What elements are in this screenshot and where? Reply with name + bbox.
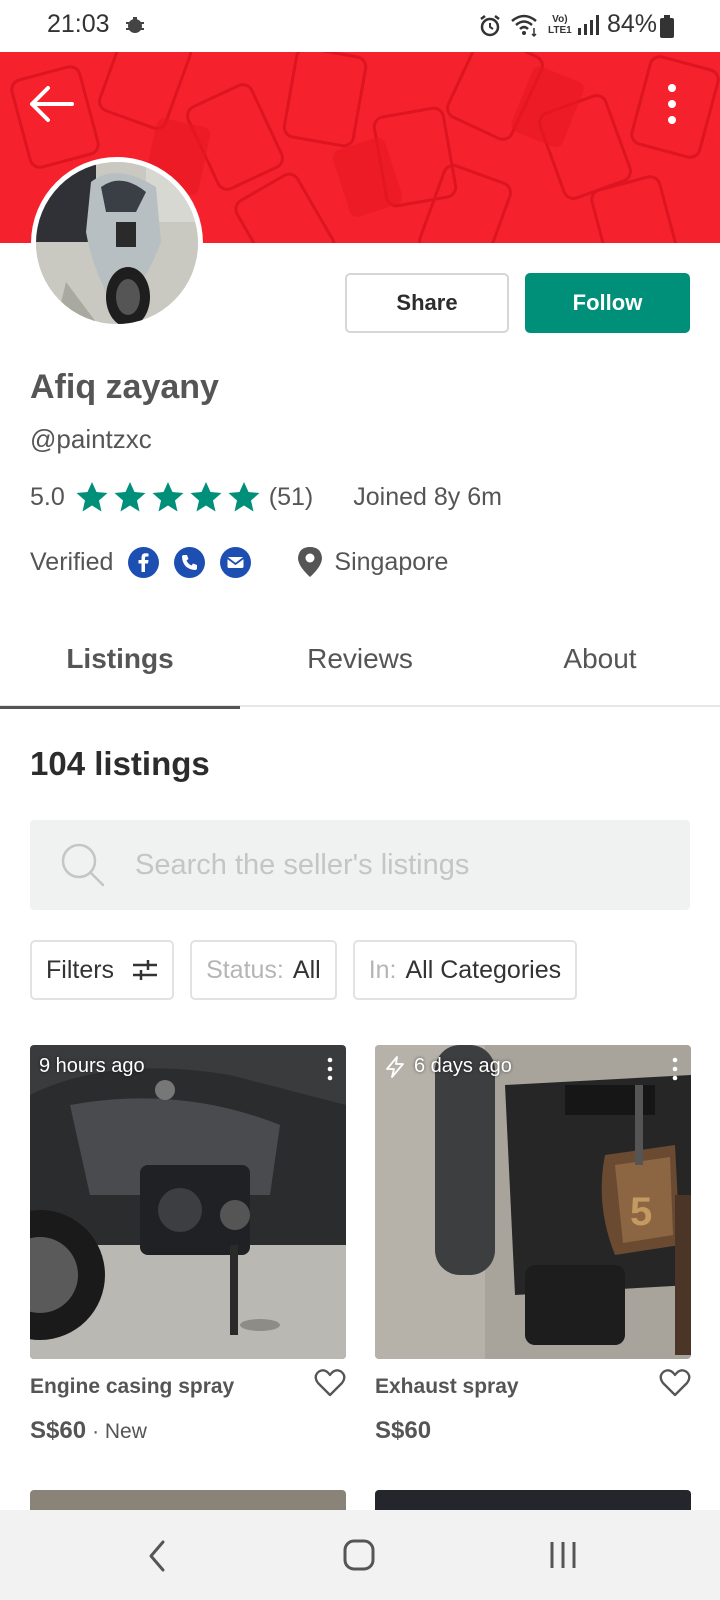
tab-reviews[interactable]: Reviews: [240, 610, 480, 707]
status-filter[interactable]: Status: All: [190, 940, 337, 1000]
facebook-icon: [128, 546, 160, 578]
nav-home-icon[interactable]: [342, 1538, 376, 1572]
star-icon: [114, 482, 146, 512]
listing-price-row: S$60: [375, 1417, 431, 1445]
engine-photo: [30, 1045, 346, 1359]
signal-icon: [578, 15, 599, 35]
listing-card-peek[interactable]: [375, 1490, 691, 1510]
wifi-icon: [511, 14, 537, 38]
listing-price: S$60: [30, 1417, 87, 1444]
battery-icon: [660, 15, 674, 38]
listing-card[interactable]: 5 6 days ago Exhaust spray S$60: [375, 1045, 691, 1444]
status-filter-prefix: Status:: [206, 955, 284, 984]
battery-percent: 84%: [607, 10, 658, 38]
search-input[interactable]: [135, 840, 665, 890]
star-icon: [228, 482, 260, 512]
listing-price-row: S$60 · New: [30, 1417, 147, 1445]
heart-icon[interactable]: [659, 1367, 691, 1399]
avatar-motorcycle-image: [36, 162, 198, 324]
back-arrow-icon[interactable]: [28, 82, 76, 126]
listing-title[interactable]: Exhaust spray: [375, 1375, 519, 1399]
profile-handle: @paintzxc: [30, 424, 152, 454]
listing-image[interactable]: 5 6 days ago: [375, 1045, 691, 1359]
category-filter-prefix: In:: [368, 955, 397, 984]
phone-icon: [174, 546, 206, 578]
listing-more-icon[interactable]: [671, 1057, 679, 1081]
listing-time: 9 hours ago: [39, 1055, 145, 1077]
location-pin-icon: [298, 547, 323, 577]
filters-button[interactable]: Filters: [30, 940, 175, 1000]
notification-bug-icon: [126, 17, 144, 33]
filters-label: Filters: [46, 955, 115, 984]
bump-bolt-icon: [386, 1055, 404, 1078]
category-filter-value: All Categories: [405, 955, 562, 984]
listing-more-icon[interactable]: [326, 1057, 334, 1081]
filter-row: Filters Status: All In: All Categories: [30, 940, 578, 1000]
listing-image[interactable]: 9 hours ago: [30, 1045, 346, 1359]
star-icon: [152, 482, 184, 512]
search-icon: [61, 843, 105, 887]
status-bar: 21:03 Vo) LTE1 84%: [0, 0, 720, 52]
system-nav-bar: [0, 1510, 720, 1600]
rating-value: 5.0: [30, 482, 65, 511]
listing-card-peek[interactable]: [30, 1490, 346, 1510]
email-icon: [220, 546, 252, 578]
location-label: Singapore: [334, 547, 449, 576]
svg-text:5: 5: [630, 1190, 652, 1234]
listing-condition: · New: [92, 1420, 147, 1443]
sliders-icon: [133, 960, 158, 980]
star-rating: [75, 481, 261, 513]
volte-indicator: Vo) LTE1: [548, 14, 572, 36]
verified-row: Verified Singapore: [30, 545, 448, 579]
alarm-icon: [480, 15, 500, 37]
profile-tabs: Listings Reviews About: [0, 610, 720, 709]
share-button[interactable]: Share: [345, 273, 509, 333]
status-time: 21:03: [47, 10, 110, 38]
follow-button[interactable]: Follow: [525, 273, 690, 333]
listing-time: 6 days ago: [384, 1055, 512, 1078]
listings-count: 104 listings: [30, 745, 210, 782]
tab-about[interactable]: About: [480, 610, 720, 707]
category-filter[interactable]: In: All Categories: [352, 940, 578, 1000]
more-options-icon[interactable]: [660, 82, 684, 126]
profile-name: Afiq zayany: [30, 368, 219, 406]
joined-duration: Joined 8y 6m: [353, 482, 502, 511]
listing-card[interactable]: 9 hours ago Engine casing spray S$60 · N…: [30, 1045, 346, 1444]
review-count: (51): [268, 482, 314, 511]
star-icon: [190, 482, 222, 512]
exhaust-photo: 5: [375, 1045, 691, 1359]
verified-label: Verified: [30, 547, 114, 576]
heart-icon[interactable]: [314, 1367, 346, 1399]
nav-recents-icon[interactable]: [548, 1538, 578, 1572]
rating-row[interactable]: 5.0 (51) Joined 8y 6m: [30, 480, 502, 514]
listing-title[interactable]: Engine casing spray: [30, 1375, 234, 1399]
status-filter-value: All: [292, 955, 321, 984]
tab-listings[interactable]: Listings: [0, 610, 240, 709]
avatar[interactable]: [31, 157, 203, 329]
star-icon: [76, 482, 108, 512]
nav-back-icon[interactable]: [145, 1538, 169, 1574]
search-box[interactable]: [30, 820, 690, 910]
listing-price: S$60: [375, 1417, 432, 1444]
